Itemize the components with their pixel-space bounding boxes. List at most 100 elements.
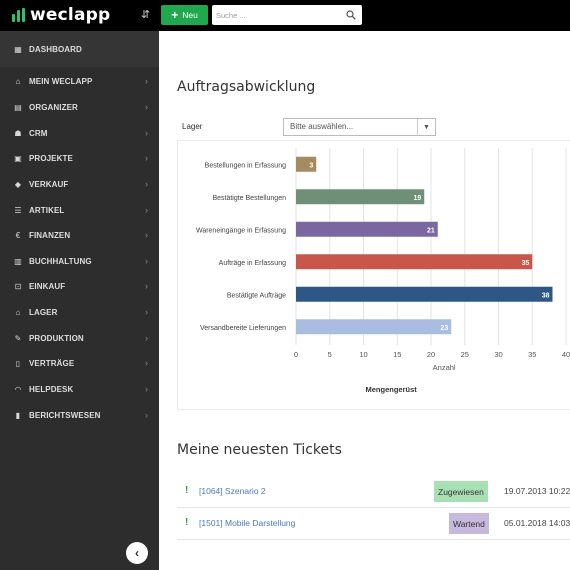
dashboard-icon: ▦ [14, 44, 22, 54]
logo-text: weclapp [30, 5, 111, 25]
sidebar-collapse-button[interactable]: ‹ [126, 542, 148, 564]
top-bar: weclapp ⇵ + Neu [0, 0, 570, 31]
chevron-right-icon: › [145, 179, 148, 189]
category-label: Bestätigte Aufträge [227, 292, 286, 299]
sidebar-item-finanzen[interactable]: € FINANZEN › [0, 224, 159, 246]
bar [296, 319, 452, 335]
search-icon[interactable] [346, 10, 356, 20]
sidebar-item-dashboard[interactable]: ▦ DASHBOARD [0, 38, 159, 60]
tag-icon: ◆ [14, 179, 22, 189]
sidebar-item-buchhaltung[interactable]: ▥ BUCHHALTUNG › [0, 250, 159, 272]
sidebar-item-einkauf[interactable]: ⊡ EINKAUF › [0, 275, 159, 297]
sidebar-item-label: HELPDESK [29, 384, 74, 394]
sidebar-item-label: EINKAUF [29, 281, 66, 291]
ticket-date: 05.01.2018 14:03 [504, 518, 570, 528]
bar-value-label: 19 [413, 195, 421, 202]
x-tick-label: 20 [427, 350, 435, 359]
sidebar-item-label: VERTRÄGE [29, 358, 75, 368]
category-label: Bestätigte Bestellungen [212, 195, 286, 202]
ticket-row[interactable]: ! [1501] Mobile Darstellung Wartend 05.01.2… [177, 508, 570, 540]
chevron-left-icon: ‹ [135, 546, 139, 560]
sidebar-item-label: BERICHTSWESEN [29, 410, 101, 420]
ticket-title[interactable]: [1064] Szenario 2 [199, 486, 266, 496]
chevron-right-icon: › [145, 128, 148, 138]
plus-icon: + [171, 8, 179, 22]
priority-icon: ! [185, 485, 189, 496]
chevron-right-icon: › [145, 384, 148, 394]
sidebar-item-produktion[interactable]: ✎ PRODUKTION › [0, 327, 159, 349]
dropdown-arrow-icon[interactable]: ▼ [417, 119, 435, 135]
x-tick-label: 25 [461, 350, 469, 359]
x-tick-label: 10 [359, 350, 367, 359]
category-label: Versandbereite Lieferungen [200, 325, 286, 332]
collapse-sidebar-icon[interactable]: ⇵ [141, 8, 150, 22]
bar [296, 189, 425, 205]
briefcase-icon: ▣ [14, 153, 22, 163]
category-label: Aufträge in Erfassung [219, 260, 286, 267]
sidebar-item-label: VERKAUF [29, 179, 69, 189]
chevron-right-icon: › [145, 205, 148, 215]
lager-select-value: Bitte auswählen... [290, 122, 354, 131]
calculator-icon: ▥ [14, 256, 22, 266]
x-tick-label: 30 [494, 350, 502, 359]
bar [296, 254, 533, 270]
sidebar-item-verträge[interactable]: ▯ VERTRÄGE › [0, 352, 159, 374]
status-badge: Wartend [449, 513, 489, 534]
dashboard-card: Auftragsabwicklung Lager Bitte auswählen… [159, 31, 570, 570]
weclapp-logo[interactable]: weclapp [12, 4, 110, 26]
list-icon: ☰ [14, 205, 22, 215]
chevron-right-icon: › [145, 307, 148, 317]
category-label: Bestellungen in Erfassung [205, 162, 286, 169]
bar-value-label: 35 [521, 260, 529, 267]
bar-chart-icon: ▮ [15, 410, 21, 420]
chevron-right-icon: › [145, 358, 148, 368]
headset-icon: ◠ [14, 384, 22, 394]
x-tick-label: 0 [294, 350, 298, 359]
priority-icon: ! [185, 517, 189, 528]
sidebar-item-label: PRODUKTION [29, 333, 84, 343]
x-tick-label: 40 [562, 350, 570, 359]
lager-select[interactable]: Bitte auswählen... ▼ [283, 118, 436, 136]
search-input[interactable] [216, 8, 340, 22]
bar [296, 221, 438, 237]
new-button-label: Neu [182, 10, 198, 20]
sidebar-item-verkauf[interactable]: ◆ VERKAUF › [0, 173, 159, 195]
chart-title: Mengengerüst [365, 385, 417, 394]
bar-value-label: 23 [440, 325, 448, 332]
sidebar-item-lager[interactable]: ⌂ LAGER › [0, 301, 159, 323]
sidebar-item-label: MEIN WECLAPP [29, 76, 93, 86]
chevron-right-icon: › [145, 281, 148, 291]
sidebar-item-helpdesk[interactable]: ◠ HELPDESK › [0, 378, 159, 400]
sidebar-item-projekte[interactable]: ▣ PROJEKTE › [0, 147, 159, 169]
sidebar-item-mein-weclapp[interactable]: ⌂ MEIN WECLAPP › [0, 70, 159, 92]
bar-value-label: 21 [427, 227, 435, 234]
sidebar-item-label: LAGER [29, 307, 58, 317]
sidebar-item-berichtswesen[interactable]: ▮ BERICHTSWESEN › [0, 404, 159, 426]
euro-icon: € [15, 230, 21, 240]
sidebar-item-artikel[interactable]: ☰ ARTIKEL › [0, 199, 159, 221]
bar-value-label: 38 [542, 292, 550, 299]
order-processing-title: Auftragsabwicklung [177, 79, 316, 95]
document-icon: ▯ [15, 358, 21, 368]
status-badge: Zugewiesen [434, 481, 488, 502]
bar-value-label: 3 [309, 162, 313, 169]
sidebar-item-crm[interactable]: ☗ CRM › [0, 122, 159, 144]
sidebar: ▦ DASHBOARD ⌂ MEIN WECLAPP › ▤ ORGANIZER › ☗ CRM ›… [0, 31, 159, 570]
ticket-date: 19.07.2013 10:22 [504, 486, 570, 496]
x-axis-label: Anzahl [433, 363, 456, 372]
cart-icon: ⊡ [14, 281, 22, 291]
sidebar-item-label: FINANZEN [29, 230, 71, 240]
bar [296, 286, 553, 302]
organizer-icon: ▤ [14, 102, 22, 112]
chevron-right-icon: › [145, 256, 148, 266]
x-tick-label: 35 [528, 350, 536, 359]
tickets-title: Meine neuesten Tickets [177, 442, 342, 458]
ticket-title[interactable]: [1501] Mobile Darstellung [199, 518, 295, 528]
ticket-row[interactable]: ! [1064] Szenario 2 Zugewiesen 19.07.2013 1… [177, 476, 570, 508]
search-box [212, 5, 362, 25]
main-content: Auftragsabwicklung Lager Bitte auswählen… [159, 31, 570, 570]
ticket-list: ! [1064] Szenario 2 Zugewiesen 19.07.2013 1… [177, 476, 570, 540]
new-button[interactable]: + Neu [161, 5, 208, 25]
sidebar-item-organizer[interactable]: ▤ ORGANIZER › [0, 96, 159, 118]
sidebar-item-label: CRM [29, 128, 48, 138]
